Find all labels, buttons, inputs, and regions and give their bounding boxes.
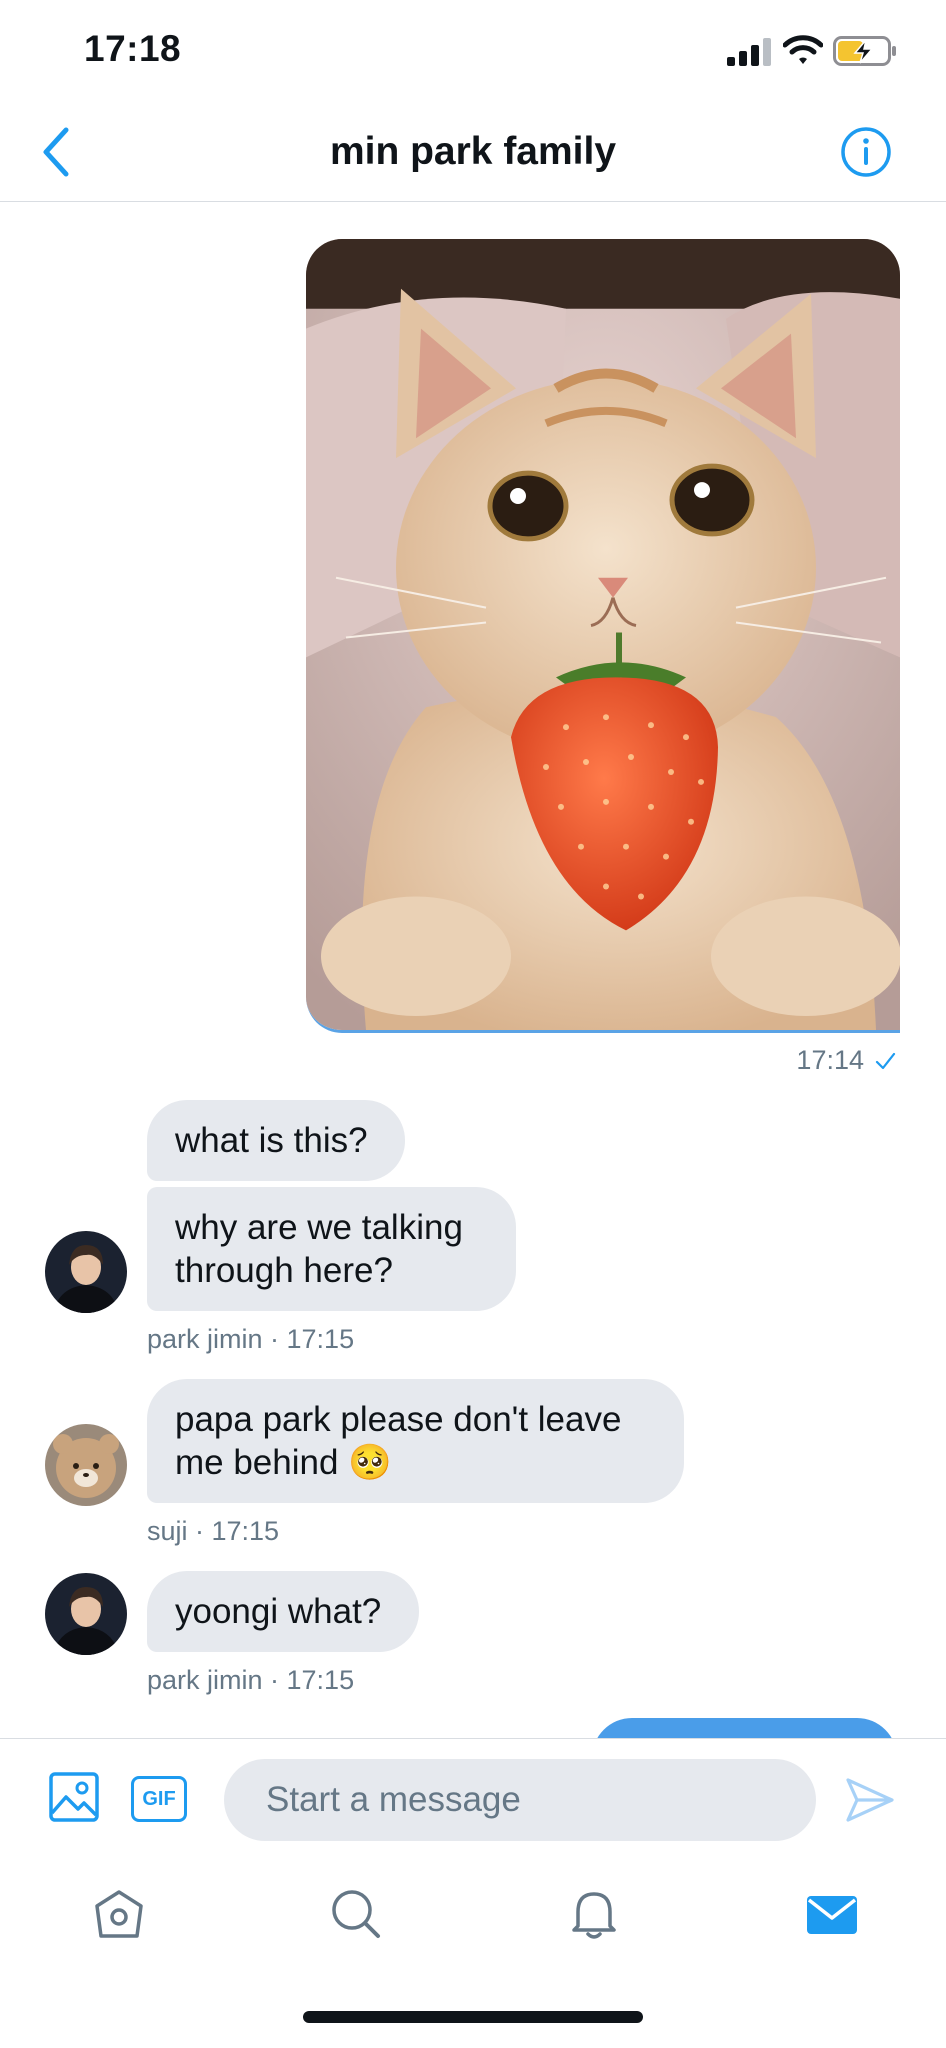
message-meta: park jimin · 17:15 (147, 1665, 355, 1695)
avatar-park-jimin[interactable] (45, 1573, 127, 1655)
status-time: 17:18 (84, 28, 182, 69)
battery-charging-icon (833, 36, 896, 66)
suji-avatar-image (45, 1424, 127, 1506)
home-icon[interactable] (91, 1886, 147, 1942)
image-icon[interactable] (48, 1771, 100, 1823)
message-meta: park jimin · 17:15 (147, 1324, 355, 1354)
cellular-signal-icon (727, 38, 771, 66)
avatar-park-jimin[interactable] (45, 1231, 127, 1313)
info-circle-icon[interactable] (840, 126, 892, 178)
sent-photo-message[interactable] (306, 239, 900, 1033)
send-icon[interactable] (845, 1777, 895, 1823)
received-message[interactable]: what is this? (147, 1100, 405, 1181)
park-jimin-avatar-image (45, 1573, 127, 1655)
conversation-header: min park family (0, 100, 946, 202)
message-composer: GIF (0, 1738, 946, 1860)
notifications-bell-icon[interactable] (566, 1886, 622, 1942)
message-input[interactable] (224, 1759, 816, 1841)
bottom-tab-bar (0, 1860, 946, 1980)
messages-mail-icon[interactable] (804, 1886, 860, 1942)
wifi-icon (783, 35, 823, 64)
received-message[interactable]: yoongi what? (147, 1571, 419, 1652)
home-indicator (303, 2011, 643, 2023)
status-bar: 17:18 (0, 0, 946, 100)
sent-time: 17:14 (796, 1045, 864, 1075)
sent-check-icon (875, 1052, 896, 1069)
gif-button[interactable]: GIF (131, 1776, 187, 1822)
message-meta: suji · 17:15 (147, 1516, 280, 1546)
park-jimin-avatar-image (45, 1231, 127, 1313)
avatar-suji[interactable] (45, 1424, 127, 1506)
received-message[interactable]: why are we talking through here? (147, 1187, 516, 1311)
received-message[interactable]: papa park please don't leave me behind 🥺 (147, 1379, 684, 1503)
cat-strawberry-photo (306, 239, 900, 1030)
search-icon[interactable] (328, 1886, 384, 1942)
photo-timestamp: 17:14 (796, 1045, 896, 1076)
conversation-title: min park family (329, 130, 617, 173)
